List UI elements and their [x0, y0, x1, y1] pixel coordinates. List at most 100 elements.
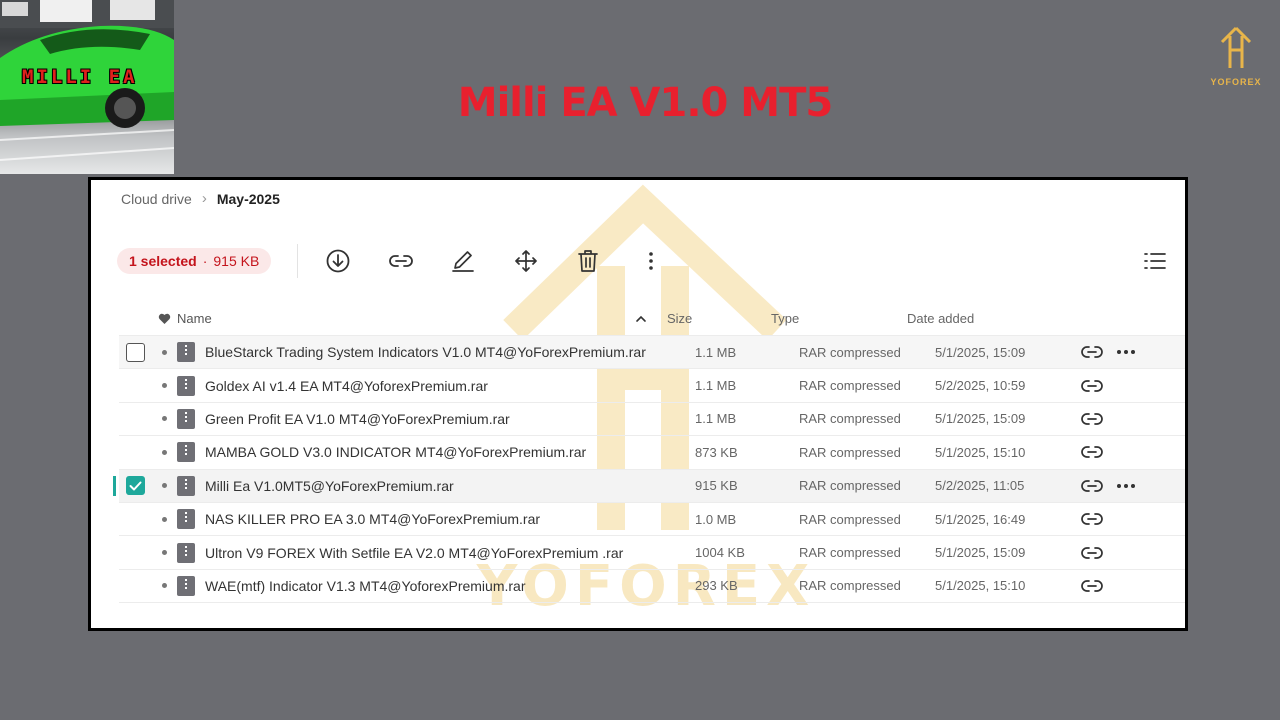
- dot-icon: [161, 416, 167, 422]
- file-name[interactable]: Ultron V9 FOREX With Setfile EA V2.0 MT4…: [205, 545, 695, 561]
- file-date: 5/1/2025, 15:09: [935, 545, 1026, 561]
- file-type: RAR compressed: [799, 578, 901, 594]
- copy-link-button[interactable]: [1075, 344, 1109, 360]
- file-name[interactable]: BlueStarck Trading System Indicators V1.…: [205, 344, 695, 360]
- table-row[interactable]: Milli Ea V1.0MT5@YoForexPremium.rar 915 K…: [113, 469, 1185, 503]
- more-horizontal-icon: [1117, 483, 1135, 488]
- file-date: 5/1/2025, 15:09: [935, 411, 1026, 427]
- file-name[interactable]: WAE(mtf) Indicator V1.3 MT4@YoforexPremi…: [205, 578, 695, 594]
- file-table: Name Size Type Date added BlueStarck Tra…: [113, 302, 1185, 604]
- archive-file-icon: [177, 408, 195, 429]
- file-size: 293 KB: [695, 578, 738, 594]
- move-button[interactable]: [502, 241, 550, 281]
- selection-badge[interactable]: 1 selected · 915 KB: [117, 248, 272, 274]
- selection-size: 915 KB: [213, 253, 260, 269]
- file-date: 5/2/2025, 11:05: [935, 478, 1025, 494]
- copy-link-button[interactable]: [1075, 578, 1109, 594]
- file-type: RAR compressed: [799, 444, 901, 460]
- file-date: 5/1/2025, 15:10: [935, 578, 1026, 594]
- rename-button[interactable]: [439, 241, 487, 281]
- name-column-header[interactable]: Name: [177, 311, 667, 326]
- file-name[interactable]: Milli Ea V1.0MT5@YoForexPremium.rar: [205, 478, 695, 494]
- dot-icon: [161, 516, 167, 522]
- link-icon: [1081, 346, 1103, 359]
- row-more-button[interactable]: [1109, 483, 1143, 489]
- list-view-button[interactable]: [1141, 247, 1169, 275]
- file-type: RAR compressed: [799, 411, 901, 427]
- archive-file-icon: [177, 342, 195, 363]
- archive-file-icon: [177, 375, 195, 396]
- delete-button[interactable]: [564, 241, 612, 281]
- copy-link-button[interactable]: [1075, 545, 1109, 561]
- table-row[interactable]: NAS KILLER PRO EA 3.0 MT4@YoForexPremium…: [119, 503, 1185, 537]
- share-link-button[interactable]: [377, 241, 425, 281]
- favorite-toggle[interactable]: [151, 383, 177, 389]
- row-checkbox[interactable]: [125, 342, 145, 362]
- file-size: 1.0 MB: [695, 511, 737, 527]
- favorite-toggle[interactable]: [151, 416, 177, 422]
- favorite-toggle[interactable]: [151, 516, 177, 522]
- favorite-toggle[interactable]: [151, 583, 177, 589]
- file-size: 1.1 MB: [695, 378, 737, 394]
- name-header-label: Name: [177, 311, 212, 326]
- breadcrumb-root[interactable]: Cloud drive: [121, 191, 192, 207]
- table-row[interactable]: Goldex AI v1.4 EA MT4@YoforexPremium.rar…: [119, 369, 1185, 403]
- file-size: 873 KB: [695, 444, 738, 460]
- archive-file-icon: [177, 475, 195, 496]
- favorite-toggle[interactable]: [151, 483, 177, 489]
- file-name[interactable]: Goldex AI v1.4 EA MT4@YoforexPremium.rar: [205, 378, 695, 394]
- type-column-header[interactable]: Type: [771, 311, 907, 326]
- rename-icon: [452, 251, 475, 272]
- selection-marker: [113, 475, 116, 496]
- copy-link-button[interactable]: [1075, 378, 1109, 394]
- archive-file-icon: [177, 442, 195, 463]
- link-icon: [1081, 379, 1103, 392]
- favorite-toggle[interactable]: [151, 550, 177, 556]
- date-column-header[interactable]: Date added: [907, 311, 1047, 326]
- link-icon: [1081, 446, 1103, 459]
- link-icon: [1081, 513, 1103, 525]
- file-name[interactable]: NAS KILLER PRO EA 3.0 MT4@YoForexPremium…: [205, 511, 695, 527]
- favorite-header[interactable]: [151, 313, 177, 325]
- checkmark-icon: [129, 481, 141, 491]
- thumbnail-text: MILLI EA: [22, 66, 138, 88]
- file-type: RAR compressed: [799, 344, 901, 360]
- table-row[interactable]: Ultron V9 FOREX With Setfile EA V2.0 MT4…: [119, 536, 1185, 570]
- link-icon: [1081, 413, 1103, 425]
- row-more-button[interactable]: [1109, 349, 1143, 355]
- favorite-toggle[interactable]: [151, 349, 177, 355]
- download-button[interactable]: [314, 241, 362, 281]
- archive-file-icon: [177, 509, 195, 530]
- more-vertical-icon: [649, 252, 653, 270]
- file-name[interactable]: Green Profit EA V1.0 MT4@YoForexPremium.…: [205, 411, 695, 427]
- copy-link-button[interactable]: [1075, 511, 1109, 527]
- table-row[interactable]: Green Profit EA V1.0 MT4@YoForexPremium.…: [119, 403, 1185, 437]
- file-rows: BlueStarck Trading System Indicators V1.…: [113, 336, 1185, 604]
- link-icon: [1081, 479, 1103, 492]
- yoforex-logo-icon: [1220, 26, 1252, 68]
- more-horizontal-icon: [1117, 350, 1135, 355]
- trash-icon: [578, 250, 599, 272]
- file-type: RAR compressed: [799, 511, 901, 527]
- selection-separator: ·: [202, 253, 208, 269]
- dot-icon: [161, 383, 167, 389]
- copy-link-button[interactable]: [1075, 444, 1109, 460]
- table-row[interactable]: MAMBA GOLD V3.0 INDICATOR MT4@YoForexPre…: [119, 436, 1185, 470]
- move-icon: [514, 250, 537, 272]
- favorite-toggle[interactable]: [151, 449, 177, 455]
- file-date: 5/1/2025, 16:49: [935, 511, 1026, 527]
- file-size: 1.1 MB: [695, 411, 737, 427]
- table-row[interactable]: BlueStarck Trading System Indicators V1.…: [119, 336, 1185, 370]
- more-actions-button[interactable]: [627, 241, 675, 281]
- copy-link-button[interactable]: [1075, 411, 1109, 427]
- table-row[interactable]: WAE(mtf) Indicator V1.3 MT4@YoforexPremi…: [119, 570, 1185, 604]
- link-icon: [1081, 546, 1103, 559]
- file-type: RAR compressed: [799, 378, 901, 394]
- file-date: 5/1/2025, 15:09: [935, 344, 1026, 360]
- file-date: 5/1/2025, 15:10: [935, 444, 1026, 460]
- copy-link-button[interactable]: [1075, 478, 1109, 494]
- file-name[interactable]: MAMBA GOLD V3.0 INDICATOR MT4@YoForexPre…: [205, 444, 695, 460]
- size-column-header[interactable]: Size: [667, 311, 771, 326]
- link-icon: [1081, 580, 1103, 592]
- row-checkbox[interactable]: [125, 476, 145, 496]
